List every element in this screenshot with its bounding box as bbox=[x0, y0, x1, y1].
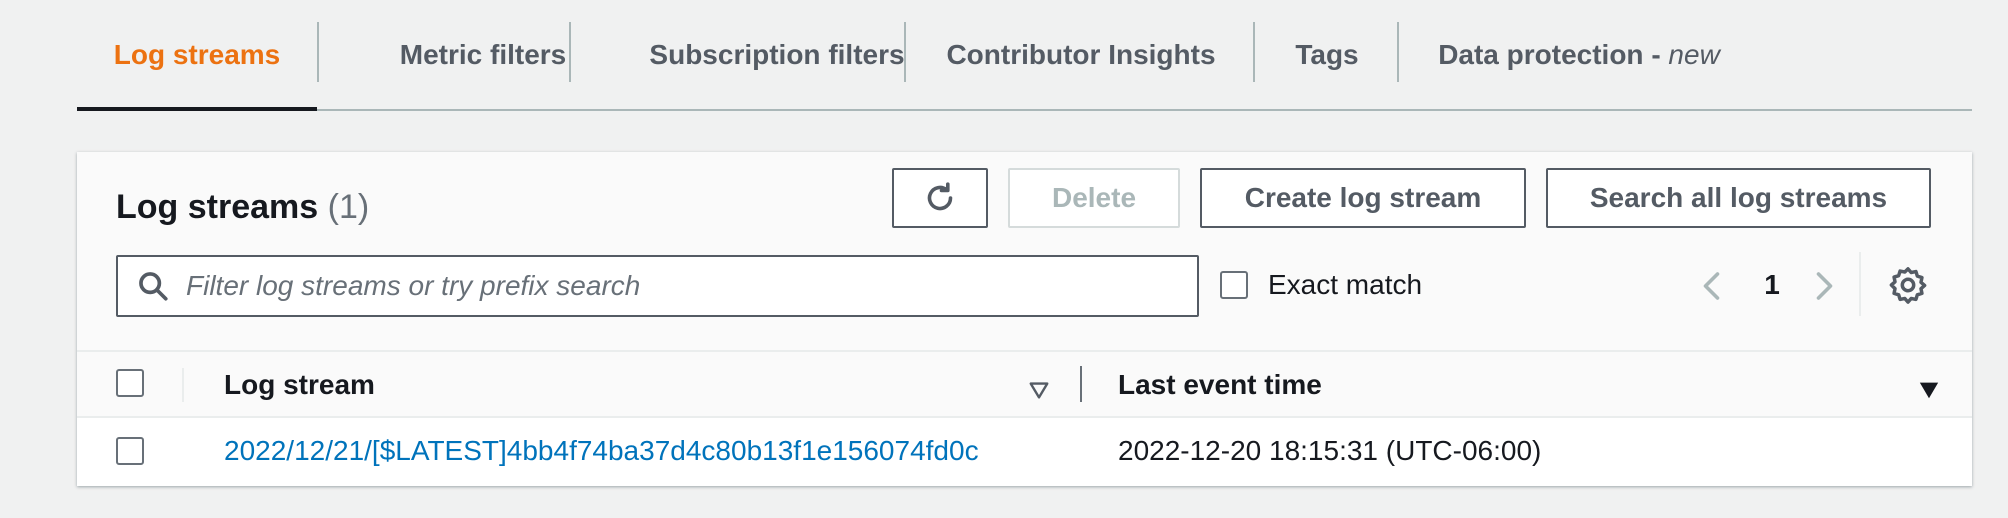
tab-label: Subscription filters bbox=[649, 38, 905, 70]
row-select-checkbox[interactable] bbox=[116, 437, 144, 465]
table-row: 2022/12/21/[$LATEST]4bb4f74ba37d4c80b13f… bbox=[77, 418, 1972, 486]
create-log-stream-button[interactable]: Create log stream bbox=[1200, 168, 1526, 228]
column-divider bbox=[1080, 366, 1082, 402]
column-header-last-event-time[interactable]: Last event time bbox=[1118, 369, 1322, 401]
tab-new-badge: new bbox=[1668, 38, 1720, 70]
tab-tags[interactable]: Tags bbox=[1255, 0, 1399, 109]
select-all-checkbox[interactable] bbox=[116, 369, 144, 397]
tab-label: Log streams bbox=[113, 38, 281, 70]
filter-log-streams-input[interactable] bbox=[186, 270, 1166, 302]
sorted-descending-icon[interactable] bbox=[1918, 379, 1940, 401]
filter-search-box bbox=[116, 255, 1199, 317]
pagination-divider bbox=[1859, 252, 1861, 316]
tab-label: Tags bbox=[1295, 38, 1359, 70]
exact-match-label: Exact match bbox=[1268, 269, 1423, 300]
table-header: Log stream Last event time bbox=[77, 350, 1972, 418]
log-stream-link[interactable]: 2022/12/21/[$LATEST]4bb4f74ba37d4c80b13f… bbox=[224, 435, 979, 467]
panel-title-text: Log streams bbox=[116, 188, 319, 226]
tab-log-streams[interactable]: Log streams bbox=[77, 0, 317, 111]
column-divider bbox=[182, 368, 184, 402]
log-streams-panel: Log streams (1) Delete Create log stream… bbox=[77, 152, 1972, 486]
tab-label: Data protection - bbox=[1438, 38, 1669, 70]
tab-bar: Log streams Metric filters Subscription … bbox=[77, 0, 1972, 111]
search-all-log-streams-button[interactable]: Search all log streams bbox=[1546, 168, 1931, 228]
previous-page-icon[interactable] bbox=[1695, 268, 1731, 304]
tab-data-protection[interactable]: Data protection - new bbox=[1399, 0, 1759, 109]
settings-gear-icon[interactable] bbox=[1889, 266, 1927, 304]
last-event-time: 2022-12-20 18:15:31 (UTC-06:00) bbox=[1118, 435, 1542, 466]
refresh-icon bbox=[927, 182, 953, 211]
search-icon bbox=[139, 272, 168, 301]
current-page-number[interactable]: 1 bbox=[1757, 269, 1787, 301]
sort-toggle-icon[interactable] bbox=[1028, 379, 1050, 401]
tab-contributor-insights[interactable]: Contributor Insights bbox=[906, 0, 1256, 109]
tab-label: Metric filters bbox=[399, 38, 567, 70]
log-stream-count: (1) bbox=[327, 188, 370, 226]
refresh-button[interactable] bbox=[892, 168, 988, 228]
tab-label: Contributor Insights bbox=[946, 38, 1216, 70]
column-header-log-stream[interactable]: Log stream bbox=[224, 369, 375, 401]
panel-title: Log streams (1) bbox=[116, 188, 369, 227]
exact-match-checkbox[interactable] bbox=[1220, 271, 1248, 299]
next-page-icon[interactable] bbox=[1805, 268, 1841, 304]
delete-button[interactable]: Delete bbox=[1008, 168, 1180, 228]
